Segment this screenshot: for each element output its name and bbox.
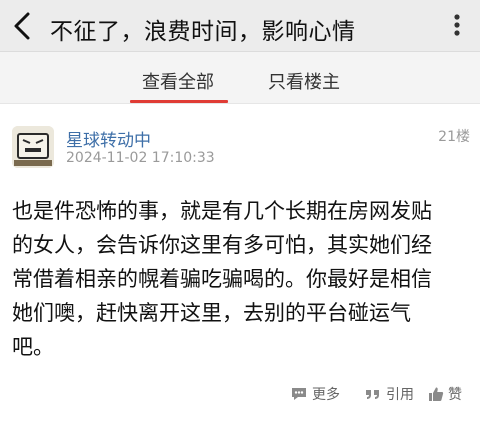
thumbs-up-icon — [429, 387, 444, 401]
quote-button[interactable]: 引用 — [364, 383, 416, 405]
tab-op-only[interactable]: 只看楼主 — [268, 68, 340, 94]
content-line: 的女人，会告诉你这里有多可怕，其实她们经 — [12, 233, 432, 257]
floor-number: 21楼 — [438, 129, 470, 145]
quote-label: 引用 — [386, 387, 414, 403]
content-line: 她们噢，赶快离开这里，去别的平台碰运气 — [12, 301, 411, 325]
like-button[interactable]: 赞 — [428, 383, 472, 405]
username[interactable]: 星球转动中 — [66, 126, 151, 151]
active-tab-indicator — [130, 100, 228, 103]
avatar[interactable] — [12, 126, 54, 168]
avatar-image — [12, 126, 54, 168]
chevron-left-icon — [14, 12, 30, 40]
content-line: 常借着相亲的幌着骗吃骗喝的。你最好是相信 — [12, 267, 432, 291]
post-actions: 更多 引用 赞 — [272, 383, 472, 405]
quote-icon — [366, 390, 379, 399]
post-timestamp: 2024-11-02 17:10:33 — [66, 150, 215, 166]
more-label: 更多 — [312, 387, 340, 403]
back-button[interactable] — [4, 6, 44, 46]
chat-bubble-icon — [292, 388, 306, 400]
top-bar: 不征了，浪费时间，影响心情 — [0, 0, 480, 52]
thread-title: 不征了，浪费时间，影响心情 — [50, 19, 356, 45]
tab-bar: 查看全部 只看楼主 — [0, 52, 480, 104]
post-content: 也是件恐怖的事，就是有几个长期在房网发贴 的女人，会告诉你这里有多可怕，其实她们… — [12, 194, 474, 364]
more-button[interactable]: 更多 — [290, 383, 344, 405]
more-options-button[interactable] — [442, 10, 472, 40]
post-item: 星球转动中 2024-11-02 17:10:33 21楼 也是件恐怖的事，就是… — [0, 104, 480, 432]
more-dots-icon — [454, 14, 460, 36]
content-line: 吧。 — [12, 335, 54, 359]
content-line: 也是件恐怖的事，就是有几个长期在房网发贴 — [12, 199, 432, 223]
like-label: 赞 — [448, 387, 462, 403]
tab-view-all[interactable]: 查看全部 — [142, 68, 214, 94]
